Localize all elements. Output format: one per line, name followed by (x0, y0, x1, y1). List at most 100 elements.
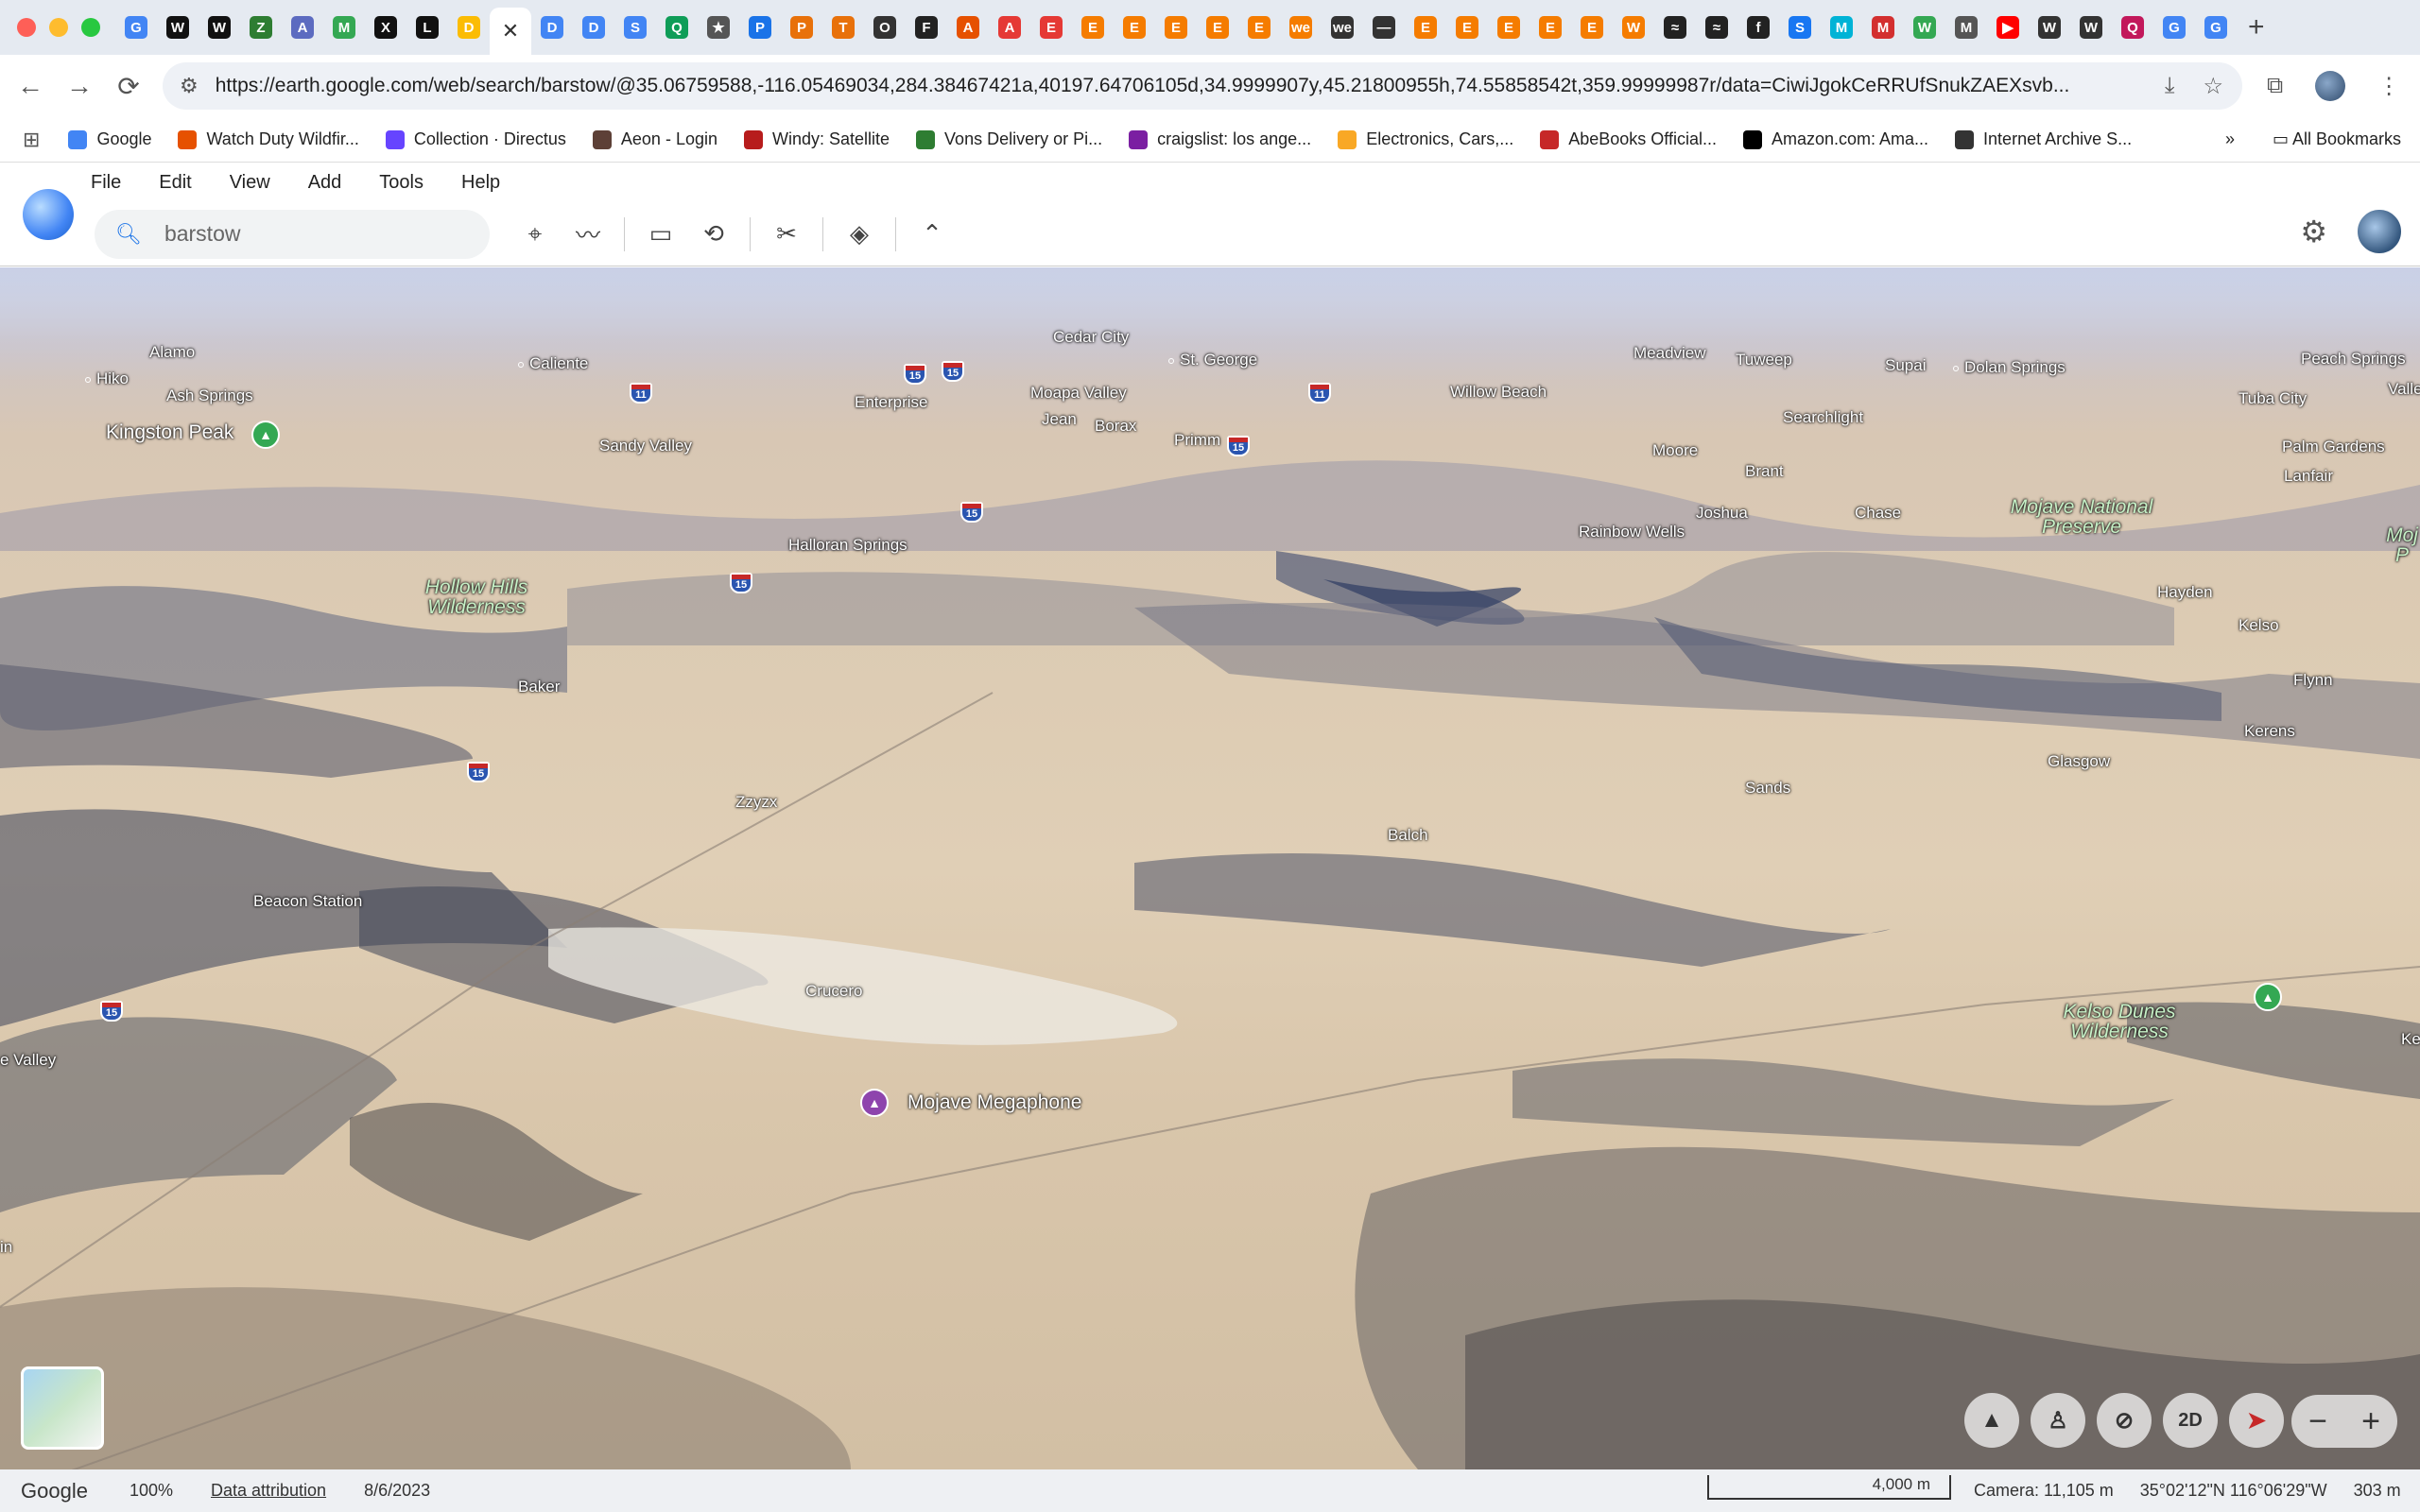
browser-tab[interactable]: E (1530, 7, 1571, 48)
place-label[interactable]: Borax (1095, 417, 1136, 436)
wilderness-marker-icon[interactable]: ▲ (2254, 983, 2282, 1011)
place-label[interactable]: Ke (2401, 1030, 2420, 1049)
browser-tab[interactable]: W (2070, 7, 2112, 48)
browser-tab[interactable]: E (1155, 7, 1197, 48)
all-bookmarks[interactable]: ▭ All Bookmarks (2273, 129, 2401, 149)
browser-tab[interactable]: E (1030, 7, 1072, 48)
browser-tab[interactable]: Z (240, 7, 282, 48)
place-label[interactable]: Brant (1745, 462, 1784, 481)
place-label[interactable]: Moapa Valley (1030, 384, 1127, 403)
place-label[interactable]: St. George (1168, 351, 1257, 369)
north-arrow-icon[interactable]: ▲ (1964, 1393, 2019, 1448)
menu-help[interactable]: Help (461, 172, 500, 194)
tools-icon[interactable]: ✂ (760, 208, 813, 261)
omnibox[interactable]: ⚙ https://earth.google.com/web/search/ba… (163, 62, 2242, 110)
measure-icon[interactable]: ▭ (634, 208, 687, 261)
google-earth-logo[interactable] (23, 189, 74, 240)
browser-tab[interactable]: A (282, 7, 323, 48)
place-label[interactable]: Hayden (2157, 583, 2213, 602)
place-label[interactable]: Chase (1855, 504, 1901, 523)
place-label[interactable]: Meadview (1634, 344, 1706, 363)
browser-tab[interactable]: E (1197, 7, 1238, 48)
browser-tab[interactable]: Q (656, 7, 698, 48)
place-label[interactable]: Tuba City (2238, 389, 2307, 408)
browser-tab[interactable]: S (1779, 7, 1821, 48)
browser-tab[interactable]: ★ (698, 7, 739, 48)
place-label[interactable]: Valle (2388, 380, 2420, 399)
browser-tab[interactable]: we (1322, 7, 1363, 48)
place-label[interactable]: Hiko (85, 369, 129, 388)
menu-add[interactable]: Add (308, 172, 342, 194)
browser-tab[interactable]: M (323, 7, 365, 48)
history-icon[interactable]: ⟲ (687, 208, 740, 261)
place-label[interactable]: Sands (1745, 779, 1790, 798)
place-label[interactable]: Dolan Springs (1953, 358, 2066, 377)
apps-grid-icon[interactable]: ⊞ (23, 128, 40, 152)
place-label[interactable]: Balch (1388, 826, 1428, 845)
browser-tab[interactable]: O (864, 7, 906, 48)
bookmark-star-icon[interactable]: ☆ (2203, 73, 2223, 100)
more-bookmarks-icon[interactable]: » (2225, 129, 2235, 149)
browser-tab[interactable]: E (1488, 7, 1530, 48)
menu-tools[interactable]: Tools (379, 172, 424, 194)
bookmark-item[interactable]: craigslist: los ange... (1129, 129, 1311, 149)
browser-tab[interactable]: M (1945, 7, 1987, 48)
place-label[interactable]: Palm Gardens (2282, 438, 2385, 456)
browser-tab[interactable]: W (157, 7, 199, 48)
bookmark-item[interactable]: Collection · Directus (385, 129, 566, 149)
place-label[interactable]: Rainbow Wells (1579, 523, 1685, 541)
place-label[interactable]: e Valley (0, 1051, 56, 1070)
browser-tab[interactable]: P (739, 7, 781, 48)
browser-tab[interactable]: D (531, 7, 573, 48)
view-mode-2d-button[interactable]: 2D (2163, 1393, 2218, 1448)
browser-tab[interactable]: E (1238, 7, 1280, 48)
landmark-label[interactable]: Mojave Megaphone (908, 1091, 1081, 1114)
zoom-out-button[interactable]: − (2308, 1403, 2327, 1440)
browser-tab[interactable]: ≈ (1654, 7, 1696, 48)
place-label[interactable]: Sandy Valley (599, 437, 692, 455)
browser-tab[interactable]: E (1571, 7, 1613, 48)
browser-tab[interactable]: Q (2112, 7, 2153, 48)
close-window-button[interactable] (17, 18, 36, 37)
place-label[interactable]: Alamo (149, 343, 195, 362)
place-label[interactable]: Caliente (518, 354, 588, 373)
url-text[interactable]: https://earth.google.com/web/search/bars… (216, 75, 2106, 97)
install-icon[interactable]: ⤓ (2165, 73, 2175, 100)
browser-tab[interactable]: T (822, 7, 864, 48)
place-label[interactable]: Primm (1174, 431, 1220, 450)
menu-edit[interactable]: Edit (159, 172, 191, 194)
place-label[interactable]: Zzyzx (735, 793, 777, 812)
place-label[interactable]: Kerens (2244, 722, 2295, 741)
zoom-in-button[interactable]: + (2361, 1403, 2380, 1440)
reload-button[interactable]: ⟳ (104, 61, 153, 111)
compass-icon[interactable]: ➤ (2229, 1393, 2284, 1448)
map-canvas[interactable]: Alamo Hiko Ash Springs Caliente Cedar City St… (0, 267, 2420, 1469)
search-box[interactable]: 🔍︎ (95, 209, 490, 259)
bookmark-item[interactable]: Vons Delivery or Pi... (916, 129, 1102, 149)
place-label[interactable]: Flynn (2293, 671, 2333, 690)
browser-tab[interactable]: W (1904, 7, 1945, 48)
browser-tab[interactable]: we (1280, 7, 1322, 48)
browser-tab[interactable]: E (1114, 7, 1155, 48)
back-button[interactable]: ← (6, 61, 55, 111)
place-label[interactable]: Joshua (1696, 504, 1748, 523)
place-label[interactable]: Tuweep (1736, 351, 1792, 369)
bookmark-item[interactable]: AbeBooks Official... (1540, 129, 1717, 149)
browser-tab[interactable]: W (1613, 7, 1654, 48)
browser-tab[interactable]: F (906, 7, 947, 48)
place-label[interactable]: Glasgow (2048, 752, 2110, 771)
peak-marker-icon[interactable]: ▲ (251, 421, 280, 449)
place-label[interactable]: Searchlight (1783, 408, 1863, 427)
place-label[interactable]: Cedar City (1053, 328, 1129, 347)
active-tab[interactable]: ✕ (490, 8, 531, 55)
add-placemark-icon[interactable]: ⌖ (509, 208, 562, 261)
browser-tab[interactable]: X (365, 7, 406, 48)
lens-icon[interactable]: ⧉ (2267, 73, 2283, 99)
place-label[interactable]: Ash Springs (166, 387, 253, 405)
bookmark-item[interactable]: Electronics, Cars,... (1338, 129, 1513, 149)
place-label[interactable]: Kelso (2238, 616, 2279, 635)
bookmark-item[interactable]: Internet Archive S... (1955, 129, 2132, 149)
place-label[interactable]: Halloran Springs (788, 536, 908, 555)
browser-tab[interactable]: W (2029, 7, 2070, 48)
pegman-icon[interactable]: ♙ (2031, 1393, 2085, 1448)
